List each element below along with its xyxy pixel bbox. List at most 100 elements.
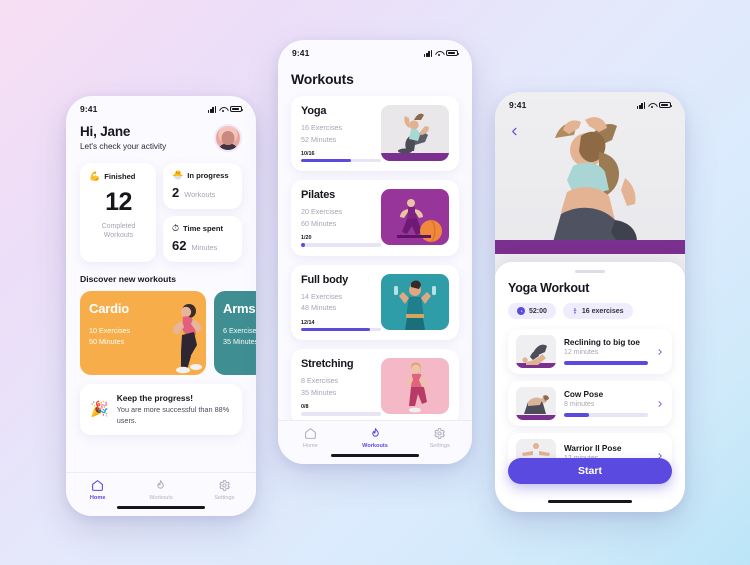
tab-workouts[interactable]: Workouts <box>129 479 192 501</box>
tab-home[interactable]: Home <box>66 479 129 501</box>
chevron-right-icon[interactable] <box>656 395 664 413</box>
chevron-left-icon <box>511 127 516 135</box>
status-bar: 9:41 <box>495 92 685 114</box>
app-showcase: 9:41 Hi, Jane Let's check your activity … <box>0 0 750 565</box>
discover-card-cardio[interactable]: Cardio 10 Exercises 50 Minutes <box>80 291 206 375</box>
workout-progress-label: 12/14 <box>301 319 315 326</box>
discover-card-name: Arms <box>223 301 256 316</box>
exercise-name: Reclining to big toe <box>564 338 640 348</box>
exercise-info: Cow Pose 8 minutes <box>564 390 648 417</box>
detail-chips: 52:00 16 exercises <box>508 303 672 319</box>
greeting-subtitle: Let's check your activity <box>80 142 167 151</box>
stat-card-in-progress[interactable]: 🐣 In progress 2 Workouts <box>163 163 242 209</box>
workout-exercises: 20 Exercises <box>301 207 343 217</box>
workout-progress-bar <box>301 159 381 163</box>
flame-icon <box>157 480 165 489</box>
workout-minutes: 35 Minutes <box>301 387 337 397</box>
greeting-block: Hi, Jane Let's check your activity <box>80 124 166 151</box>
pilates-pose-illustration <box>397 199 442 243</box>
avatar[interactable] <box>214 124 242 152</box>
stat-caption: Completed Workouts <box>101 223 136 240</box>
hatching-chick-icon: 🐣 <box>172 170 184 180</box>
status-bar: 9:41 <box>278 40 472 62</box>
exercise-duration: 12 minutes <box>564 349 599 357</box>
exercise-row-reclining-to-big-toe[interactable]: Reclining to big toe 12 minutes <box>508 329 672 374</box>
workout-info: Pilates 20 Exercises 60 Minutes 1/20 <box>301 189 381 247</box>
workout-row-stretching[interactable]: Stretching 8 Exercises 35 Minutes 0/8 <box>291 349 459 425</box>
tab-label: Workouts <box>362 443 388 449</box>
progress-banner[interactable]: 🎉 Keep the progress! You are more succes… <box>80 384 242 436</box>
stretch-pose-illustration <box>406 362 427 413</box>
stats-grid: 💪 Finished 12 Completed Workouts 🐣 In pr… <box>80 163 242 262</box>
stat-card-finished[interactable]: 💪 Finished 12 Completed Workouts <box>80 163 156 262</box>
discover-title: Discover new workouts <box>80 274 176 284</box>
cellular-signal-icon <box>208 105 216 113</box>
workout-row-full-body[interactable]: Full body 14 Exercises 48 Minutes 12/14 <box>291 264 459 341</box>
workout-row-yoga[interactable]: Yoga 16 Exercises 52 Minutes 10/16 <box>291 96 459 172</box>
stat-label: In progress <box>187 171 229 180</box>
progress-banner-text: Keep the progress! You are more successf… <box>117 393 232 426</box>
workout-exercises: 8 Exercises <box>301 376 339 386</box>
sheet-grabber[interactable] <box>575 270 605 273</box>
phone-home-screen: 9:41 Hi, Jane Let's check your activity … <box>66 96 256 516</box>
chip-duration: 52:00 <box>508 303 556 319</box>
battery-icon <box>446 49 460 57</box>
party-popper-icon: 🎉 <box>90 401 109 419</box>
workout-progress-label: 1/20 <box>301 235 312 242</box>
stat-value-row: 62 Minutes <box>172 238 233 253</box>
stat-value-row: 2 Workouts <box>172 185 233 200</box>
cellular-signal-icon <box>637 101 645 109</box>
workout-row-pilates[interactable]: Pilates 20 Exercises 60 Minutes 1/20 <box>291 180 459 256</box>
workout-meta: 16 Exercises 52 Minutes <box>301 122 381 145</box>
workout-progress-label: 0/8 <box>301 404 309 411</box>
start-button[interactable]: Start <box>508 458 672 484</box>
workout-thumbnail-pilates <box>381 189 449 246</box>
home-content: Hi, Jane Let's check your activity 💪 Fin… <box>66 118 256 436</box>
workout-info: Full body 14 Exercises 48 Minutes 12/14 <box>301 274 381 332</box>
stat-header: ⏱ Time spent <box>172 223 233 234</box>
stat-header: 💪 Finished <box>89 172 135 182</box>
back-button[interactable] <box>507 124 521 138</box>
home-indicator <box>548 499 632 503</box>
stat-unit: Workouts <box>184 190 216 199</box>
stat-label: Time spent <box>183 224 223 233</box>
discover-card-meta: 6 Exercises 35 Minutes <box>223 325 256 347</box>
workout-meta: 14 Exercises 48 Minutes <box>301 291 381 314</box>
workout-name: Yoga <box>301 105 327 117</box>
chip-label: 16 exercises <box>581 307 624 315</box>
reclining-pose-illustration <box>516 344 556 368</box>
status-icons <box>208 105 244 113</box>
yoga-hero-illustration <box>495 117 685 274</box>
exercise-row-cow-pose[interactable]: Cow Pose 8 minutes <box>508 381 672 426</box>
home-icon <box>304 428 316 439</box>
cellular-signal-icon <box>424 49 432 57</box>
exercise-name: Warrior II Pose <box>564 444 622 453</box>
stat-unit: Minutes <box>191 243 218 252</box>
exercise-info: Reclining to big toe 12 minutes <box>564 338 648 365</box>
bottom-tab-bar: Home Workouts Settings <box>278 420 472 464</box>
workout-minutes: 52 Minutes <box>301 134 337 144</box>
stopwatch-icon: ⏱ <box>172 223 180 233</box>
page-title: Workouts <box>291 71 354 87</box>
workout-progress-bar <box>301 243 381 247</box>
tab-label: Workouts <box>149 495 173 501</box>
discover-card-arms[interactable]: Arms 6 Exercises 35 Minutes <box>214 291 256 375</box>
cow-pose-illustration <box>516 395 556 420</box>
runner-illustration <box>173 304 202 374</box>
workout-meta: 20 Exercises 60 Minutes <box>301 206 381 229</box>
greeting-title: Hi, Jane <box>80 124 131 139</box>
tab-workouts[interactable]: Workouts <box>343 427 408 449</box>
battery-icon <box>659 101 673 109</box>
stat-column: 🐣 In progress 2 Workouts ⏱ Time spent 62… <box>163 163 242 262</box>
detail-title: Yoga Workout <box>508 281 590 295</box>
status-bar: 9:41 <box>66 96 256 118</box>
tab-settings[interactable]: Settings <box>407 427 472 449</box>
tab-home[interactable]: Home <box>278 427 343 449</box>
stat-card-time-spent[interactable]: ⏱ Time spent 62 Minutes <box>163 216 242 262</box>
tab-settings[interactable]: Settings <box>193 479 256 501</box>
yoga-pose-illustration <box>381 113 449 161</box>
chevron-right-icon[interactable] <box>656 343 664 361</box>
workout-progress-bar <box>301 412 381 416</box>
dumbbell-pose-illustration <box>394 280 436 330</box>
workout-thumbnail-full-body <box>381 273 449 330</box>
